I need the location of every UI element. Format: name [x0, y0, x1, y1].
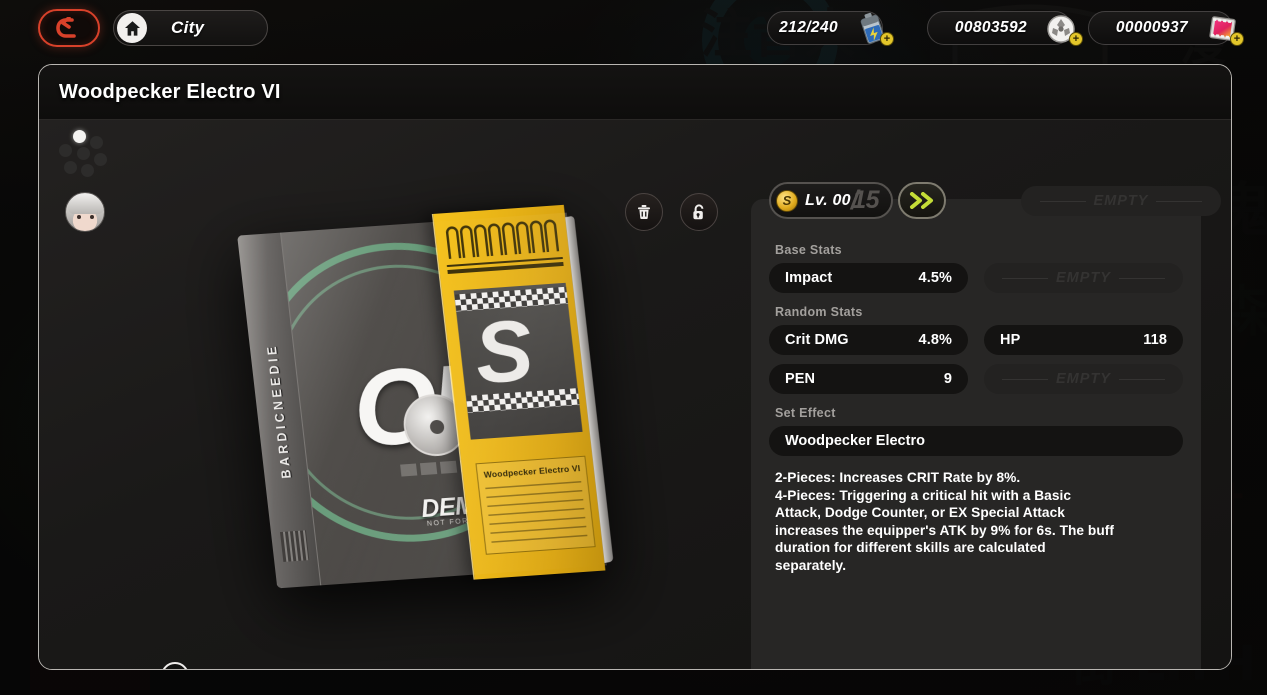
breadcrumb[interactable]: City	[113, 10, 268, 46]
base-stats-label: Base Stats	[775, 243, 842, 257]
empty-slot-line-left	[1002, 277, 1049, 279]
breadcrumb-label: City	[171, 18, 205, 37]
panel-body: OKS DEMO NOT FOR SALE S	[39, 120, 1231, 669]
currency-battery-value: 212/240	[779, 19, 838, 36]
sleeve-panel: S	[453, 282, 583, 440]
empty-slot-line-right	[1118, 277, 1165, 279]
partition-dot-7[interactable]	[77, 147, 90, 160]
sleeve-label-title: Woodpecker Electro VI	[483, 463, 581, 480]
currency-polychrome-value: 00000937	[1115, 19, 1188, 36]
panel-header: Woodpecker Electro VI	[39, 65, 1231, 120]
partition-dots[interactable]	[59, 130, 111, 182]
empty-slot-line-right	[1118, 378, 1165, 380]
base-stats-grid: Impact 4.5% EMPTY	[769, 263, 1183, 293]
stat-name: PEN	[785, 371, 816, 387]
sleeve-label-lines	[485, 481, 588, 546]
empty-slot-label: EMPTY	[1056, 371, 1111, 387]
set-description-line: 4-Pieces: Triggering a critical hit with…	[775, 487, 1072, 503]
partition-dot-4[interactable]	[81, 164, 94, 177]
stat-value: 9	[943, 371, 952, 387]
home-badge	[117, 13, 147, 43]
partition-dot-1[interactable]	[73, 130, 86, 143]
stat-name: HP	[1000, 332, 1021, 348]
polychrome-add-button[interactable]: +	[1230, 32, 1244, 46]
set-description-line: duration for different skills are calcul…	[775, 540, 1046, 555]
stats-detail-card: S Lv. 00 / 15 EMPTY Base Stats Impact 4.…	[751, 182, 1221, 669]
top-bar: City 212/240 + 00803592 + 00000937 +	[0, 0, 1267, 56]
set-description-line: Attack, Dodge Counter, or EX Special Att…	[775, 505, 1065, 520]
stats-content: Base Stats Impact 4.5% EMPTY Random Stat…	[751, 199, 1201, 669]
sleeve-letter: S	[469, 302, 534, 402]
reset-view-button[interactable]	[161, 662, 189, 669]
stat-name: Impact	[785, 270, 833, 286]
random-stats-label: Random Stats	[775, 305, 863, 319]
avatar-eye-right	[90, 215, 94, 219]
stat-value: 4.5%	[918, 270, 952, 286]
stat-name: Crit DMG	[785, 332, 849, 348]
avatar-hair	[68, 194, 104, 214]
currency-battery[interactable]: 212/240 +	[767, 11, 894, 46]
set-effect-label: Set Effect	[775, 406, 836, 420]
stat-row[interactable]: Crit DMG 4.8%	[769, 325, 968, 355]
set-name: Woodpecker Electro	[785, 433, 925, 449]
stat-value: 4.8%	[918, 332, 952, 348]
random-stats-grid: Crit DMG 4.8% HP 118 PEN 9 EMPTY	[769, 325, 1183, 394]
partition-dot-3[interactable]	[94, 153, 107, 166]
stat-row[interactable]: HP 118	[984, 325, 1183, 355]
currency-denny[interactable]: 00803592 +	[927, 11, 1083, 46]
battery-add-button[interactable]: +	[880, 32, 894, 46]
avatar-eye-left	[77, 215, 81, 219]
partition-dot-2[interactable]	[90, 136, 103, 149]
sleeve-label-card: Woodpecker Electro VI	[475, 455, 596, 555]
left-rail	[57, 130, 113, 232]
set-description-line: increases the equipper's ATK by 9% for 6…	[775, 522, 1114, 538]
spine-barcode	[279, 530, 310, 562]
home-icon	[124, 20, 140, 36]
partition-dot-6[interactable]	[59, 144, 72, 157]
item-detail-panel: Woodpecker Electro VI DEMO NOT FOR SALE …	[38, 64, 1232, 670]
avatar[interactable]	[65, 192, 105, 232]
stat-value: 118	[1143, 332, 1167, 348]
squiggle-pattern	[445, 219, 560, 259]
empty-slot-line-left	[1002, 378, 1049, 380]
set-description-line: separately.	[775, 557, 847, 573]
empty-slot[interactable]: EMPTY	[984, 263, 1183, 293]
currency-denny-value: 00803592	[954, 19, 1027, 36]
rotate-reset-icon	[174, 668, 176, 669]
back-button[interactable]	[38, 9, 100, 47]
item-artwork[interactable]: OKS DEMO NOT FOR SALE S	[139, 175, 749, 669]
empty-slot-label: EMPTY	[1056, 270, 1111, 286]
spine-text: BARDICNEEDIE	[264, 342, 294, 479]
page-title: Woodpecker Electro VI	[59, 80, 281, 103]
currency-polychrome[interactable]: 00000937 +	[1088, 11, 1244, 46]
disc-case: OKS DEMO NOT FOR SALE S	[237, 204, 614, 589]
back-arrow-icon	[56, 17, 76, 38]
denny-add-button[interactable]: +	[1069, 32, 1083, 46]
partition-dot-5[interactable]	[64, 161, 77, 174]
stat-row[interactable]: PEN 9	[769, 364, 968, 394]
empty-slot[interactable]: EMPTY	[984, 364, 1183, 394]
set-description-line: 2-Pieces: Increases CRIT Rate by 8%.	[775, 470, 1021, 485]
set-name-row[interactable]: Woodpecker Electro	[769, 426, 1183, 456]
stat-row[interactable]: Impact 4.5%	[769, 263, 968, 293]
